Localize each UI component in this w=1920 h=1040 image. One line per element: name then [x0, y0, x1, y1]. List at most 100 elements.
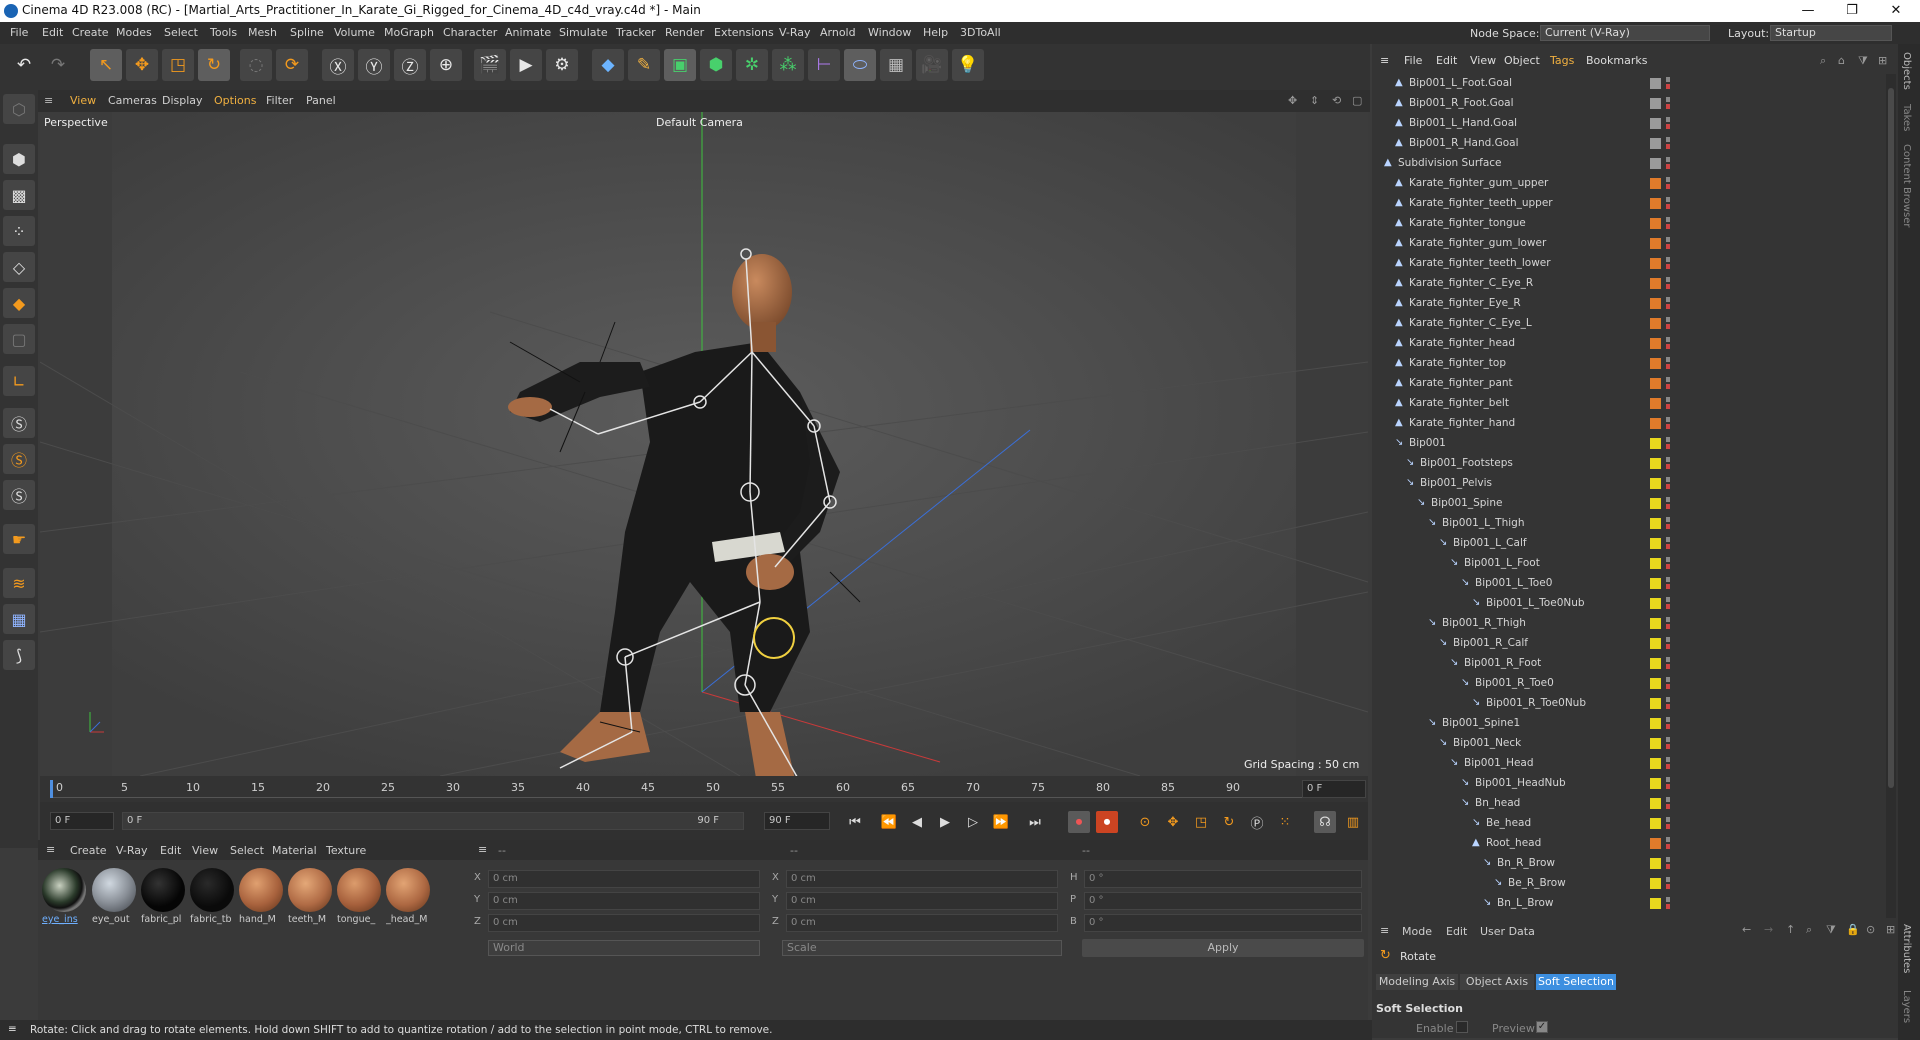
material-teeth[interactable]: [288, 868, 332, 912]
object-name[interactable]: Bip001_L_Thigh: [1442, 517, 1524, 529]
tab-soft-selection[interactable]: Soft Selection: [1536, 974, 1616, 990]
object-row[interactable]: ▲ Karate_fighter_teeth_upper: [1372, 194, 1882, 213]
editor-visibility-dot[interactable]: [1666, 437, 1670, 442]
layer-color-swatch[interactable]: [1650, 678, 1661, 689]
object-row[interactable]: ▲ Karate_fighter_belt: [1372, 394, 1882, 413]
tab-object-axis[interactable]: Object Axis: [1460, 974, 1534, 990]
object-name[interactable]: Bip001_Pelvis: [1420, 477, 1492, 489]
object-name[interactable]: Bip001_L_Foot.Goal: [1409, 77, 1512, 89]
layer-color-swatch[interactable]: [1650, 258, 1661, 269]
menu-create[interactable]: Create: [72, 26, 109, 39]
render-visibility-dot[interactable]: [1666, 124, 1670, 129]
menu-volume[interactable]: Volume: [334, 26, 375, 39]
render-view-icon[interactable]: 🎬: [474, 49, 506, 81]
size-y-field[interactable]: 0 cm: [786, 892, 1058, 910]
layer-color-swatch[interactable]: [1650, 778, 1661, 789]
editor-visibility-dot[interactable]: [1666, 417, 1670, 422]
render-visibility-dot[interactable]: [1666, 604, 1670, 609]
editor-visibility-dot[interactable]: [1666, 697, 1670, 702]
menu-tracker[interactable]: Tracker: [616, 26, 656, 39]
material-menu-create[interactable]: Create: [70, 844, 107, 857]
editor-visibility-dot[interactable]: [1666, 817, 1670, 822]
layer-color-swatch[interactable]: [1650, 558, 1661, 569]
render-visibility-dot[interactable]: [1666, 184, 1670, 189]
object-menu-bookmarks[interactable]: Bookmarks: [1586, 54, 1647, 67]
rotation-h-field[interactable]: 0 °: [1084, 870, 1362, 888]
object-scrollbar[interactable]: [1886, 74, 1896, 918]
layer-color-swatch[interactable]: [1650, 78, 1661, 89]
render-visibility-dot[interactable]: [1666, 364, 1670, 369]
cube-primitive-icon[interactable]: ◆: [592, 49, 624, 81]
editor-visibility-dot[interactable]: [1666, 837, 1670, 842]
keyframe-selection-icon[interactable]: ⊙: [1134, 811, 1156, 833]
menu-modes[interactable]: Modes: [116, 26, 152, 39]
uv-mode-icon[interactable]: ▢: [3, 324, 35, 354]
render-visibility-dot[interactable]: [1666, 444, 1670, 449]
render-visibility-dot[interactable]: [1666, 384, 1670, 389]
key-parameter-icon[interactable]: Ⓟ: [1246, 811, 1268, 833]
spline-pen-icon[interactable]: ✎: [628, 49, 660, 81]
object-row[interactable]: ▲ Root_head: [1372, 834, 1882, 853]
editor-visibility-dot[interactable]: [1666, 737, 1670, 742]
object-menu-view[interactable]: View: [1470, 54, 1496, 67]
render-visibility-dot[interactable]: [1666, 324, 1670, 329]
object-row[interactable]: ▲ Karate_fighter_top: [1372, 354, 1882, 373]
layer-color-swatch[interactable]: [1650, 378, 1661, 389]
layer-color-swatch[interactable]: [1650, 838, 1661, 849]
render-visibility-dot[interactable]: [1666, 504, 1670, 509]
status-menu-icon[interactable]: ≡: [8, 1023, 17, 1035]
layer-color-swatch[interactable]: [1650, 538, 1661, 549]
layer-color-swatch[interactable]: [1650, 718, 1661, 729]
quantize-icon[interactable]: Ⓢ: [3, 480, 35, 510]
editor-visibility-dot[interactable]: [1666, 637, 1670, 642]
object-row[interactable]: ▲ Karate_fighter_Eye_R: [1372, 294, 1882, 313]
motion-system-icon[interactable]: ☊: [1314, 811, 1336, 833]
layer-color-swatch[interactable]: [1650, 338, 1661, 349]
key-rotation-icon[interactable]: ↻: [1218, 811, 1240, 833]
attr-back-icon[interactable]: ←: [1742, 923, 1751, 936]
object-name[interactable]: Bip001_R_Toe0Nub: [1486, 697, 1586, 709]
object-name[interactable]: Bip001_HeadNub: [1475, 777, 1566, 789]
light-icon[interactable]: 💡: [952, 49, 984, 81]
undo-icon[interactable]: ↶: [8, 49, 40, 81]
render-visibility-dot[interactable]: [1666, 424, 1670, 429]
object-newpanel-icon[interactable]: ⊞: [1878, 54, 1887, 67]
object-row[interactable]: ▲ Karate_fighter_hand: [1372, 414, 1882, 433]
position-z-field[interactable]: 0 cm: [488, 914, 760, 932]
rotate-tool-icon[interactable]: ↻: [198, 49, 230, 81]
layer-color-swatch[interactable]: [1650, 318, 1661, 329]
side-tab-takes[interactable]: Takes: [1901, 104, 1912, 131]
attr-lock-icon[interactable]: 🔒: [1846, 923, 1860, 936]
object-row[interactable]: ↘ Bip001_Footsteps: [1372, 454, 1882, 473]
camera-icon[interactable]: 🎥: [916, 49, 948, 81]
current-frame-field[interactable]: 0 F: [1302, 780, 1366, 798]
grid-workplane-icon[interactable]: ▦: [3, 604, 35, 634]
viewport-move-icon[interactable]: ✥: [1288, 94, 1297, 107]
render-visibility-dot[interactable]: [1666, 464, 1670, 469]
editor-visibility-dot[interactable]: [1666, 617, 1670, 622]
editor-visibility-dot[interactable]: [1666, 677, 1670, 682]
editor-visibility-dot[interactable]: [1666, 557, 1670, 562]
object-row[interactable]: ↘ Bn_head: [1372, 794, 1882, 813]
layer-color-swatch[interactable]: [1650, 138, 1661, 149]
playhead-marker[interactable]: [50, 780, 53, 798]
subdivision-surface-icon[interactable]: ▣: [664, 49, 696, 81]
render-visibility-dot[interactable]: [1666, 904, 1670, 909]
object-name[interactable]: Karate_fighter_belt: [1409, 397, 1509, 409]
editor-visibility-dot[interactable]: [1666, 877, 1670, 882]
size-z-field[interactable]: 0 cm: [786, 914, 1058, 932]
menu-tools[interactable]: Tools: [210, 26, 237, 39]
layer-color-swatch[interactable]: [1650, 818, 1661, 829]
layer-color-swatch[interactable]: [1650, 878, 1661, 889]
render-visibility-dot[interactable]: [1666, 624, 1670, 629]
render-visibility-dot[interactable]: [1666, 664, 1670, 669]
editor-visibility-dot[interactable]: [1666, 657, 1670, 662]
auto-keying-icon[interactable]: ⏺: [1096, 811, 1118, 833]
layer-color-swatch[interactable]: [1650, 638, 1661, 649]
viewport-camera-name[interactable]: Default Camera: [656, 116, 743, 129]
edges-mode-icon[interactable]: ◇: [3, 252, 35, 282]
material-menu-icon[interactable]: ≡: [46, 843, 55, 856]
editor-visibility-dot[interactable]: [1666, 157, 1670, 162]
object-name[interactable]: Bn_L_Brow: [1497, 897, 1554, 909]
editor-visibility-dot[interactable]: [1666, 757, 1670, 762]
